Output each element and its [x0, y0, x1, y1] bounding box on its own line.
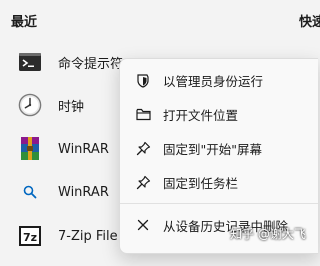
app-label: 时钟 — [58, 99, 85, 115]
menu-item-label: 以管理员身份运行 — [163, 73, 264, 89]
recent-section-title: 最近 — [11, 15, 38, 30]
watermark: 知乎 @谢大飞 — [230, 227, 306, 241]
menu-item-label: 固定到"开始"屏幕 — [163, 141, 262, 157]
menu-item-open-location[interactable]: 打开文件位置 — [120, 97, 318, 131]
7zip-icon: 7z — [18, 224, 42, 248]
close-icon — [135, 217, 151, 233]
winrar-icon — [18, 137, 42, 161]
folder-icon — [135, 106, 151, 122]
app-label: WinRAR — [58, 141, 109, 157]
menu-item-label: 打开文件位置 — [163, 107, 239, 123]
menu-item-label: 固定到任务栏 — [163, 175, 239, 191]
shield-icon — [135, 72, 151, 88]
search-icon — [18, 180, 42, 204]
cmd-icon — [18, 50, 42, 74]
pin-icon — [135, 140, 151, 156]
menu-item-pin-taskbar[interactable]: 固定到任务栏 — [120, 165, 318, 199]
app-label: 命令提示符 — [58, 56, 124, 72]
menu-item-run-as-admin[interactable]: 以管理员身份运行 — [120, 63, 318, 97]
app-label: WinRAR — [58, 184, 109, 200]
menu-divider — [120, 203, 318, 204]
pin-icon — [135, 174, 151, 190]
clock-icon — [18, 93, 42, 117]
menu-item-pin-start[interactable]: 固定到"开始"屏幕 — [120, 131, 318, 165]
quick-section-title: 快速 — [299, 15, 320, 30]
svg-text:7z: 7z — [23, 231, 37, 244]
